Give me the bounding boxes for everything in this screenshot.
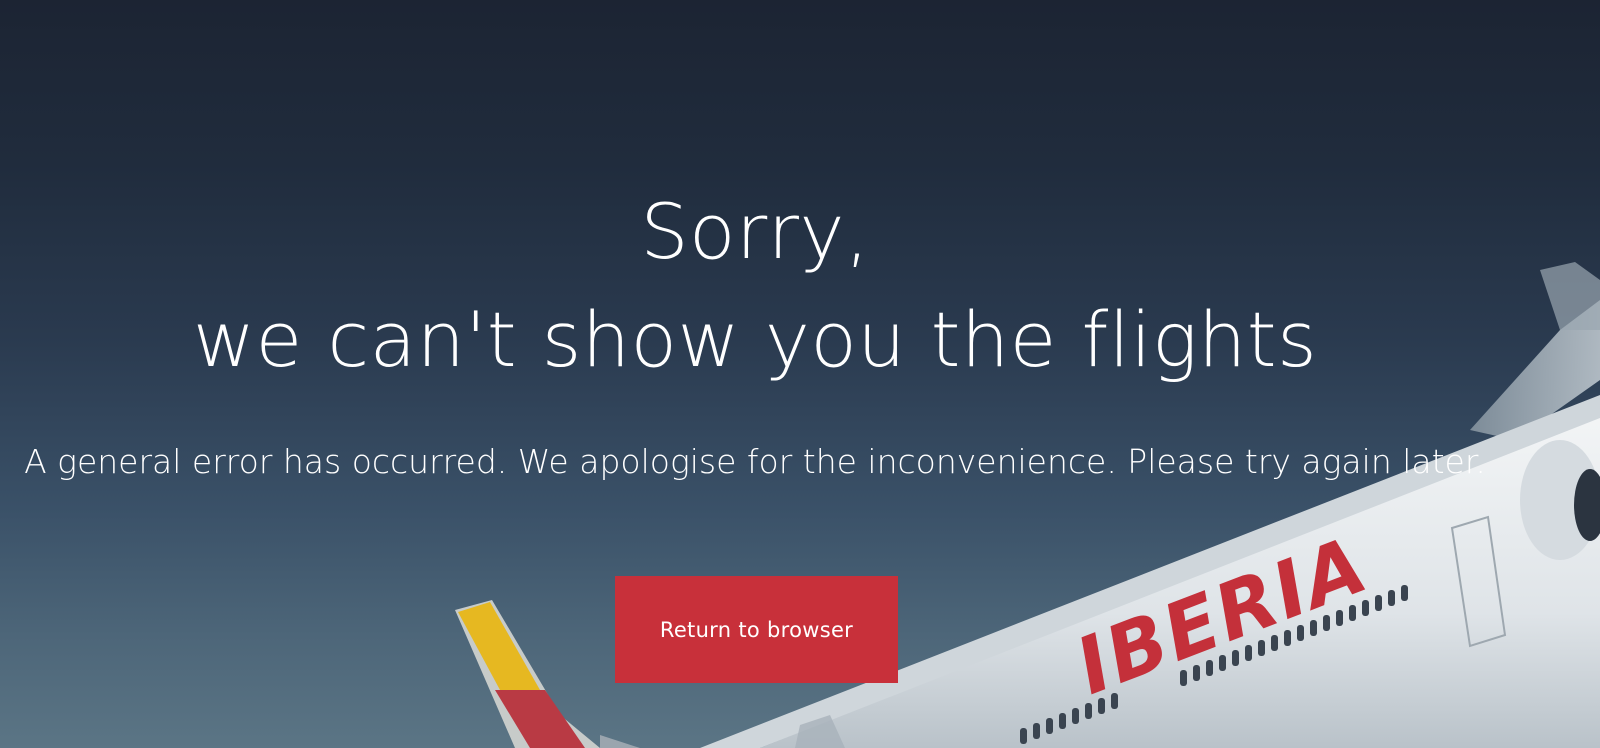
error-message: A general error has occurred. We apologi… — [24, 442, 1486, 481]
error-page: IBERIA Sorry, we can't show you the flig… — [0, 0, 1600, 748]
error-title-line-2: we can't show you the flights — [192, 295, 1318, 384]
return-to-browser-button[interactable]: Return to browser — [615, 576, 898, 683]
error-title-line-1: Sorry, — [640, 187, 870, 276]
error-content: Sorry, we can't show you the flights A g… — [0, 0, 1510, 748]
